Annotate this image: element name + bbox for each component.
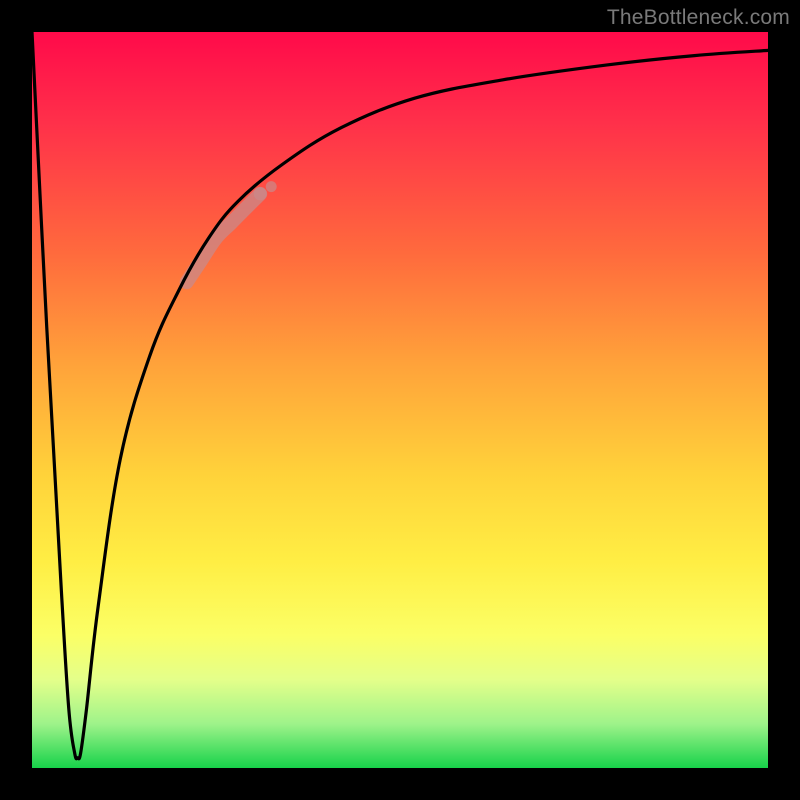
plot-area xyxy=(32,32,768,768)
curve-highlight xyxy=(187,181,277,282)
chart-svg xyxy=(32,32,768,768)
chart-frame: TheBottleneck.com xyxy=(0,0,800,800)
watermark-text: TheBottleneck.com xyxy=(607,6,790,30)
bottleneck-curve xyxy=(32,32,768,759)
